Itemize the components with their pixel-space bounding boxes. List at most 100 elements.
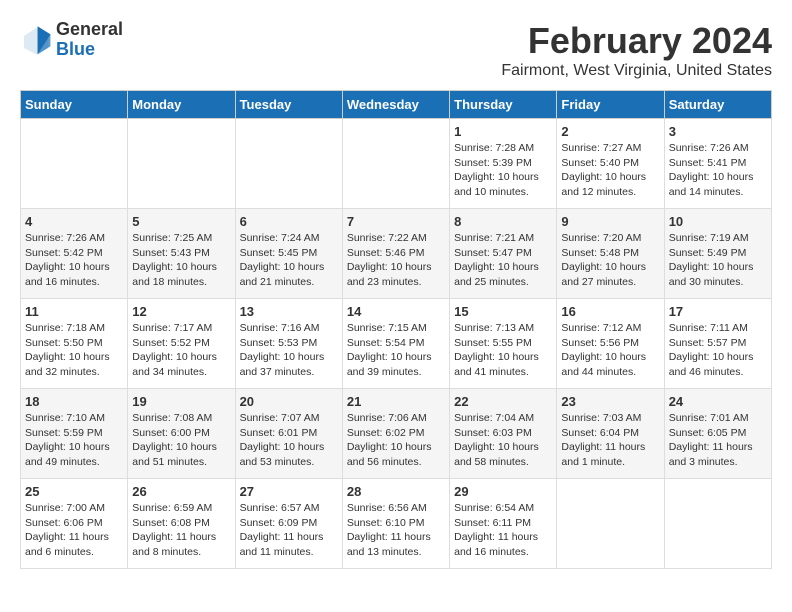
day-info: Sunrise: 7:21 AMSunset: 5:47 PMDaylight:… — [454, 231, 552, 290]
month-title: February 2024 — [501, 20, 772, 62]
day-info: Sunrise: 7:20 AMSunset: 5:48 PMDaylight:… — [561, 231, 659, 290]
day-info: Sunrise: 7:07 AMSunset: 6:01 PMDaylight:… — [240, 411, 338, 470]
calendar-day-cell: 15 Sunrise: 7:13 AMSunset: 5:55 PMDayligh… — [450, 299, 557, 389]
day-number: 12 — [132, 304, 230, 319]
day-number: 20 — [240, 394, 338, 409]
calendar-day-cell: 12Sunrise: 7:17 AMSunset: 5:52 PMDayligh… — [128, 299, 235, 389]
calendar-table: SundayMondayTuesdayWednesdayThursdayFrid… — [20, 90, 772, 569]
day-info: Sunrise: 7:26 AMSunset: 5:41 PMDaylight:… — [669, 141, 767, 200]
day-info: Sunrise: 6:54 AMSunset: 6:11 PMDaylight:… — [454, 501, 552, 560]
day-number: 18 — [25, 394, 123, 409]
calendar-day-cell: 29 Sunrise: 6:54 AMSunset: 6:11 PMDayligh… — [450, 479, 557, 569]
day-number: 7 — [347, 214, 445, 229]
calendar-day-cell: 13 Sunrise: 7:16 AMSunset: 5:53 PMDayligh… — [235, 299, 342, 389]
day-info: Sunrise: 7:28 AMSunset: 5:39 PMDaylight:… — [454, 141, 552, 200]
day-number: 29 — [454, 484, 552, 499]
calendar-day-cell: 25 Sunrise: 7:00 AMSunset: 6:06 PMDayligh… — [21, 479, 128, 569]
day-info: Sunrise: 7:25 AMSunset: 5:43 PMDaylight:… — [132, 231, 230, 290]
logo-icon — [20, 24, 52, 56]
day-number: 2 — [561, 124, 659, 139]
day-info: Sunrise: 7:13 AMSunset: 5:55 PMDaylight:… — [454, 321, 552, 380]
calendar-day-cell — [557, 479, 664, 569]
day-number: 25 — [25, 484, 123, 499]
calendar-day-cell: 6Sunrise: 7:24 AMSunset: 5:45 PMDaylight… — [235, 209, 342, 299]
day-info: Sunrise: 7:18 AMSunset: 5:50 PMDaylight:… — [25, 321, 123, 380]
day-info: Sunrise: 7:26 AMSunset: 5:42 PMDaylight:… — [25, 231, 123, 290]
day-info: Sunrise: 7:10 AMSunset: 5:59 PMDaylight:… — [25, 411, 123, 470]
day-number: 4 — [25, 214, 123, 229]
day-header: Tuesday — [235, 91, 342, 119]
day-number: 19 — [132, 394, 230, 409]
calendar-day-cell: 3 Sunrise: 7:26 AMSunset: 5:41 PMDaylight… — [664, 119, 771, 209]
day-info: Sunrise: 7:11 AMSunset: 5:57 PMDaylight:… — [669, 321, 767, 380]
day-number: 11 — [25, 304, 123, 319]
calendar-day-cell — [21, 119, 128, 209]
calendar-week-row: 18 Sunrise: 7:10 AMSunset: 5:59 PMDayligh… — [21, 389, 772, 479]
day-number: 27 — [240, 484, 338, 499]
page-header: General Blue February 2024 Fairmont, Wes… — [20, 20, 772, 80]
day-header: Thursday — [450, 91, 557, 119]
day-info: Sunrise: 7:22 AMSunset: 5:46 PMDaylight:… — [347, 231, 445, 290]
day-number: 8 — [454, 214, 552, 229]
title-block: February 2024 Fairmont, West Virginia, U… — [501, 20, 772, 80]
calendar-week-row: 4 Sunrise: 7:26 AMSunset: 5:42 PMDaylight… — [21, 209, 772, 299]
calendar-day-cell — [342, 119, 449, 209]
calendar-day-cell: 17 Sunrise: 7:11 AMSunset: 5:57 PMDayligh… — [664, 299, 771, 389]
calendar-day-cell: 27 Sunrise: 6:57 AMSunset: 6:09 PMDayligh… — [235, 479, 342, 569]
day-info: Sunrise: 7:27 AMSunset: 5:40 PMDaylight:… — [561, 141, 659, 200]
calendar-day-cell: 7 Sunrise: 7:22 AMSunset: 5:46 PMDaylight… — [342, 209, 449, 299]
calendar-day-cell: 19 Sunrise: 7:08 AMSunset: 6:00 PMDayligh… — [128, 389, 235, 479]
day-number: 3 — [669, 124, 767, 139]
location: Fairmont, West Virginia, United States — [501, 62, 772, 80]
day-number: 6 — [240, 214, 338, 229]
calendar-day-cell: 21 Sunrise: 7:06 AMSunset: 6:02 PMDayligh… — [342, 389, 449, 479]
day-info: Sunrise: 6:56 AMSunset: 6:10 PMDaylight:… — [347, 501, 445, 560]
calendar-week-row: 25 Sunrise: 7:00 AMSunset: 6:06 PMDayligh… — [21, 479, 772, 569]
day-info: Sunrise: 7:15 AMSunset: 5:54 PMDaylight:… — [347, 321, 445, 380]
calendar-day-cell: 2 Sunrise: 7:27 AMSunset: 5:40 PMDaylight… — [557, 119, 664, 209]
day-header: Monday — [128, 91, 235, 119]
calendar-day-cell: 16Sunrise: 7:12 AMSunset: 5:56 PMDayligh… — [557, 299, 664, 389]
logo-text: General Blue — [56, 20, 123, 60]
day-number: 26 — [132, 484, 230, 499]
calendar-day-cell: 22 Sunrise: 7:04 AMSunset: 6:03 PMDayligh… — [450, 389, 557, 479]
calendar-day-cell: 20 Sunrise: 7:07 AMSunset: 6:01 PMDayligh… — [235, 389, 342, 479]
calendar-day-cell: 8 Sunrise: 7:21 AMSunset: 5:47 PMDaylight… — [450, 209, 557, 299]
day-info: Sunrise: 6:59 AMSunset: 6:08 PMDaylight:… — [132, 501, 230, 560]
calendar-day-cell: 14 Sunrise: 7:15 AMSunset: 5:54 PMDayligh… — [342, 299, 449, 389]
day-header: Friday — [557, 91, 664, 119]
calendar-day-cell: 26 Sunrise: 6:59 AMSunset: 6:08 PMDayligh… — [128, 479, 235, 569]
calendar-day-cell: 4 Sunrise: 7:26 AMSunset: 5:42 PMDaylight… — [21, 209, 128, 299]
calendar-header-row: SundayMondayTuesdayWednesdayThursdayFrid… — [21, 91, 772, 119]
calendar-day-cell: 5 Sunrise: 7:25 AMSunset: 5:43 PMDaylight… — [128, 209, 235, 299]
day-info: Sunrise: 7:08 AMSunset: 6:00 PMDaylight:… — [132, 411, 230, 470]
calendar-day-cell: 9Sunrise: 7:20 AMSunset: 5:48 PMDaylight… — [557, 209, 664, 299]
day-number: 16 — [561, 304, 659, 319]
day-number: 22 — [454, 394, 552, 409]
day-number: 13 — [240, 304, 338, 319]
day-info: Sunrise: 6:57 AMSunset: 6:09 PMDaylight:… — [240, 501, 338, 560]
day-number: 15 — [454, 304, 552, 319]
day-number: 5 — [132, 214, 230, 229]
day-info: Sunrise: 7:00 AMSunset: 6:06 PMDaylight:… — [25, 501, 123, 560]
calendar-day-cell: 10Sunrise: 7:19 AMSunset: 5:49 PMDayligh… — [664, 209, 771, 299]
day-header: Saturday — [664, 91, 771, 119]
day-number: 28 — [347, 484, 445, 499]
day-info: Sunrise: 7:19 AMSunset: 5:49 PMDaylight:… — [669, 231, 767, 290]
day-number: 23 — [561, 394, 659, 409]
day-info: Sunrise: 7:04 AMSunset: 6:03 PMDaylight:… — [454, 411, 552, 470]
calendar-day-cell: 23 Sunrise: 7:03 AMSunset: 6:04 PMDayligh… — [557, 389, 664, 479]
calendar-day-cell: 11 Sunrise: 7:18 AMSunset: 5:50 PMDayligh… — [21, 299, 128, 389]
day-header: Wednesday — [342, 91, 449, 119]
day-info: Sunrise: 7:16 AMSunset: 5:53 PMDaylight:… — [240, 321, 338, 380]
calendar-day-cell: 28 Sunrise: 6:56 AMSunset: 6:10 PMDayligh… — [342, 479, 449, 569]
calendar-day-cell — [235, 119, 342, 209]
calendar-day-cell — [664, 479, 771, 569]
day-number: 17 — [669, 304, 767, 319]
day-number: 14 — [347, 304, 445, 319]
calendar-day-cell — [128, 119, 235, 209]
day-number: 21 — [347, 394, 445, 409]
day-info: Sunrise: 7:06 AMSunset: 6:02 PMDaylight:… — [347, 411, 445, 470]
day-info: Sunrise: 7:03 AMSunset: 6:04 PMDaylight:… — [561, 411, 659, 470]
calendar-day-cell: 24Sunrise: 7:01 AMSunset: 6:05 PMDayligh… — [664, 389, 771, 479]
